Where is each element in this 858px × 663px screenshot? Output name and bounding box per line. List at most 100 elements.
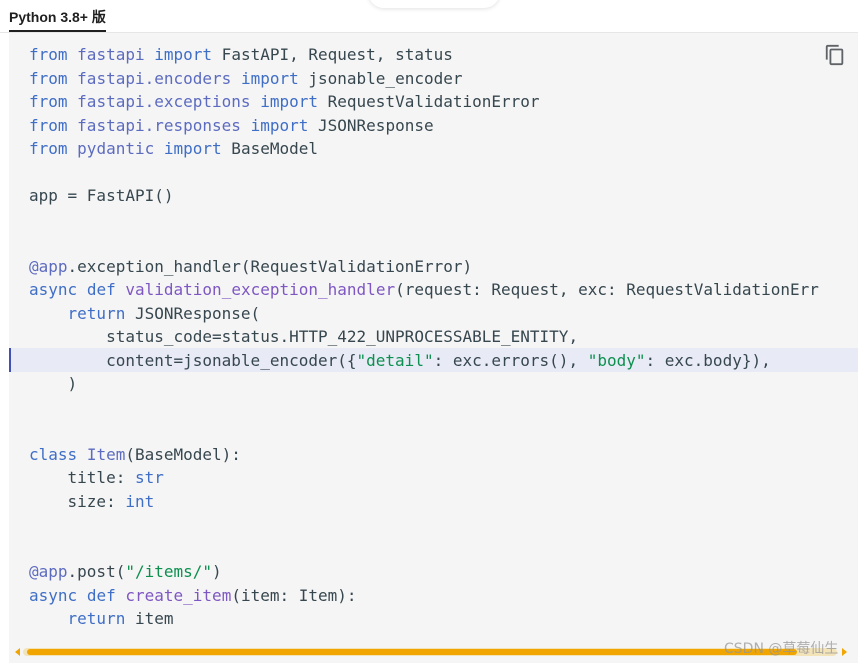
code-token: validation_exception_handler [125, 280, 396, 299]
code-token: : exc.body}), [645, 350, 771, 370]
code-token: .post( [67, 562, 126, 581]
code-line: ​ [29, 419, 819, 443]
code-line: ​ [29, 513, 819, 537]
code-token: import [240, 68, 299, 88]
code-token: str [134, 468, 164, 487]
code-token: ) [212, 562, 222, 581]
code-line: content=jsonable_encoder({"detail": exc.… [29, 349, 819, 373]
code-token: fastapi.responses [77, 115, 241, 135]
code-token: (BaseModel): [125, 444, 241, 464]
code-token: fastapi.exceptions [77, 92, 251, 111]
code-token: : exc.errors(), [433, 350, 588, 370]
code-token: title: [29, 468, 135, 487]
page: Python 3.8+ 版 from fastapi import FastAP… [0, 0, 858, 663]
code-token: from [29, 115, 68, 135]
code-token: app = FastAPI() [29, 186, 174, 205]
code-token: item [125, 609, 174, 628]
code-token: "body" [587, 350, 646, 370]
code-token: async [29, 585, 78, 605]
code-token: "detail" [356, 350, 434, 370]
code-line: status_code=status.HTTP_422_UNPROCESSABL… [29, 325, 819, 349]
code-token: FastAPI, Request, status [212, 45, 453, 64]
code-line: ​ [29, 231, 819, 255]
code-line: ​ [29, 161, 819, 185]
code-line: from pydantic import BaseModel [29, 137, 819, 161]
scroll-left-arrow[interactable] [15, 648, 20, 656]
code-block: from fastapi import FastAPI, Request, st… [9, 33, 858, 663]
code-content: from fastapi import FastAPI, Request, st… [29, 43, 819, 631]
code-token: @app [29, 562, 68, 581]
code-token: int [125, 491, 155, 511]
code-token: async [29, 280, 78, 299]
code-line: ​ [29, 537, 819, 561]
code-token: (request: Request, exc: RequestValidatio… [395, 280, 819, 299]
code-token: class [29, 444, 78, 464]
code-line: async def validation_exception_handler(r… [29, 278, 819, 302]
scroll-thumb[interactable] [27, 649, 797, 655]
code-token: import [163, 139, 222, 158]
code-token: content=jsonable_encoder({ [29, 350, 357, 370]
code-token: BaseModel [221, 139, 318, 158]
code-line: return item [29, 607, 819, 631]
code-line: from fastapi.encoders import jsonable_en… [29, 67, 819, 91]
copy-icon [825, 44, 844, 66]
code-token: import [154, 45, 213, 64]
code-line: size: int [29, 490, 819, 514]
code-token: .exception_handler(RequestValidationErro… [67, 256, 473, 276]
code-line: @app.post("/items/") [29, 560, 819, 584]
code-line: ​ [29, 208, 819, 232]
code-token: size: [29, 491, 126, 511]
code-line: from fastapi.exceptions import RequestVa… [29, 90, 819, 114]
code-token: RequestValidationError [318, 92, 540, 111]
code-token: def [86, 280, 116, 299]
code-token: ) [29, 374, 78, 393]
code-token: fastapi.encoders [77, 68, 232, 88]
code-line: from fastapi import FastAPI, Request, st… [29, 43, 819, 67]
code-token: Item [86, 444, 126, 464]
code-token: return [67, 609, 126, 628]
code-token: "/items/" [125, 562, 213, 581]
code-token: jsonable_encoder [298, 68, 463, 88]
code-token: return [67, 303, 126, 323]
copy-button[interactable] [824, 44, 846, 66]
code-token: import [250, 115, 309, 135]
code-line: ​ [29, 396, 819, 420]
code-token: JSONResponse( [125, 303, 261, 323]
scroll-right-arrow[interactable] [842, 648, 847, 656]
code-token: from [29, 68, 68, 88]
code-token: fastapi [77, 45, 145, 64]
code-line: ) [29, 372, 819, 396]
code-line: from fastapi.responses import JSONRespon… [29, 114, 819, 138]
tab-bar: Python 3.8+ 版 [0, 0, 858, 33]
code-token: @app [29, 256, 68, 276]
watermark: CSDN @草莓仙生 [724, 641, 839, 657]
code-token: from [29, 92, 68, 111]
code-token: def [86, 585, 116, 605]
code-line: return JSONResponse( [29, 302, 819, 326]
code-token: import [260, 92, 318, 111]
code-token: pydantic [77, 139, 155, 158]
code-token: from [29, 139, 68, 158]
code-token: (item: Item): [231, 585, 357, 605]
code-token: JSONResponse [308, 115, 434, 135]
code-token: from [29, 45, 68, 64]
tab-python-38[interactable]: Python 3.8+ 版 [9, 7, 106, 32]
code-line: @app.exception_handler(RequestValidation… [29, 255, 819, 279]
